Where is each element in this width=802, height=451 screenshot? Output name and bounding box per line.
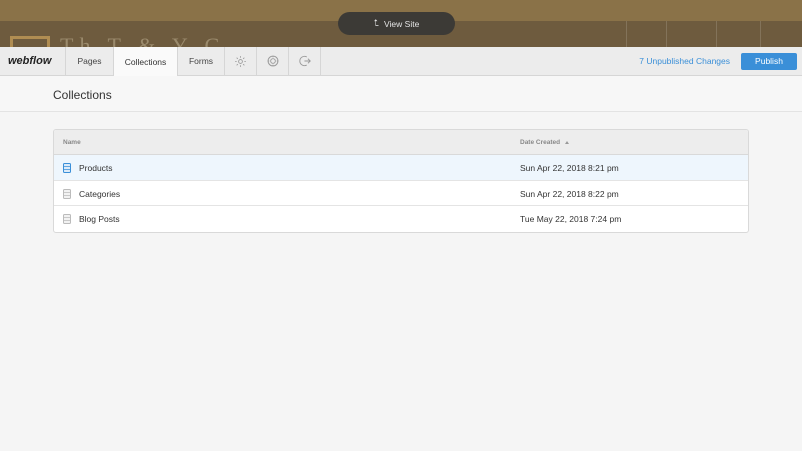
collections-table: Name Date Created Products Sun Apr 22, 2… (53, 129, 749, 233)
view-site-button[interactable]: ⮤ View Site (338, 12, 455, 35)
table-header: Name Date Created (54, 130, 748, 155)
site-nav-divider (666, 21, 667, 47)
database-icon (63, 163, 71, 173)
exit-button[interactable] (289, 47, 321, 75)
integrations-icon (267, 55, 278, 67)
site-title: Th T & Y C (60, 33, 226, 47)
page-title: Collections (53, 88, 112, 102)
site-logo (10, 36, 50, 47)
editor-toolbar: webflow Pages Collections Forms 7 Unpubl… (0, 47, 802, 77)
site-nav-divider (716, 21, 717, 47)
tab-forms[interactable]: Forms (178, 47, 225, 75)
collection-name: Categories (79, 188, 121, 199)
exit-icon (298, 55, 311, 67)
integrations-button[interactable] (257, 47, 289, 75)
collection-name: Blog Posts (79, 214, 120, 224)
sort-ascending-icon (565, 141, 570, 144)
arrow-up-icon: ⮤ (373, 18, 380, 28)
webflow-logo: webflow (0, 47, 66, 75)
collection-date-created: Sun Apr 22, 2018 8:22 pm (520, 188, 619, 199)
table-row[interactable]: Products Sun Apr 22, 2018 8:21 pm (54, 155, 748, 181)
column-header-date-label: Date Created (520, 139, 561, 146)
collection-date-created: Sun Apr 22, 2018 8:21 pm (520, 163, 619, 173)
tab-collections[interactable]: Collections (114, 47, 178, 77)
column-header-date-created[interactable]: Date Created (520, 139, 570, 146)
site-nav-divider (760, 21, 761, 47)
table-row[interactable]: Blog Posts Tue May 22, 2018 7:24 pm (54, 206, 748, 232)
settings-button[interactable] (225, 47, 257, 75)
unpublished-changes-link[interactable]: 7 Unpublished Changes (639, 47, 741, 75)
database-icon (63, 214, 71, 224)
publish-button[interactable]: Publish (741, 52, 797, 70)
settings-icon (235, 55, 246, 67)
collection-name: Products (79, 163, 113, 173)
collection-date-created: Tue May 22, 2018 7:24 pm (520, 214, 622, 224)
view-site-label: View Site (384, 18, 420, 29)
page-header: Collections (0, 76, 802, 112)
site-nav-divider (626, 21, 627, 47)
column-header-name[interactable]: Name (63, 139, 81, 146)
tab-pages[interactable]: Pages (66, 47, 114, 75)
database-icon (63, 188, 71, 199)
table-row[interactable]: Categories Sun Apr 22, 2018 8:22 pm (54, 181, 748, 206)
